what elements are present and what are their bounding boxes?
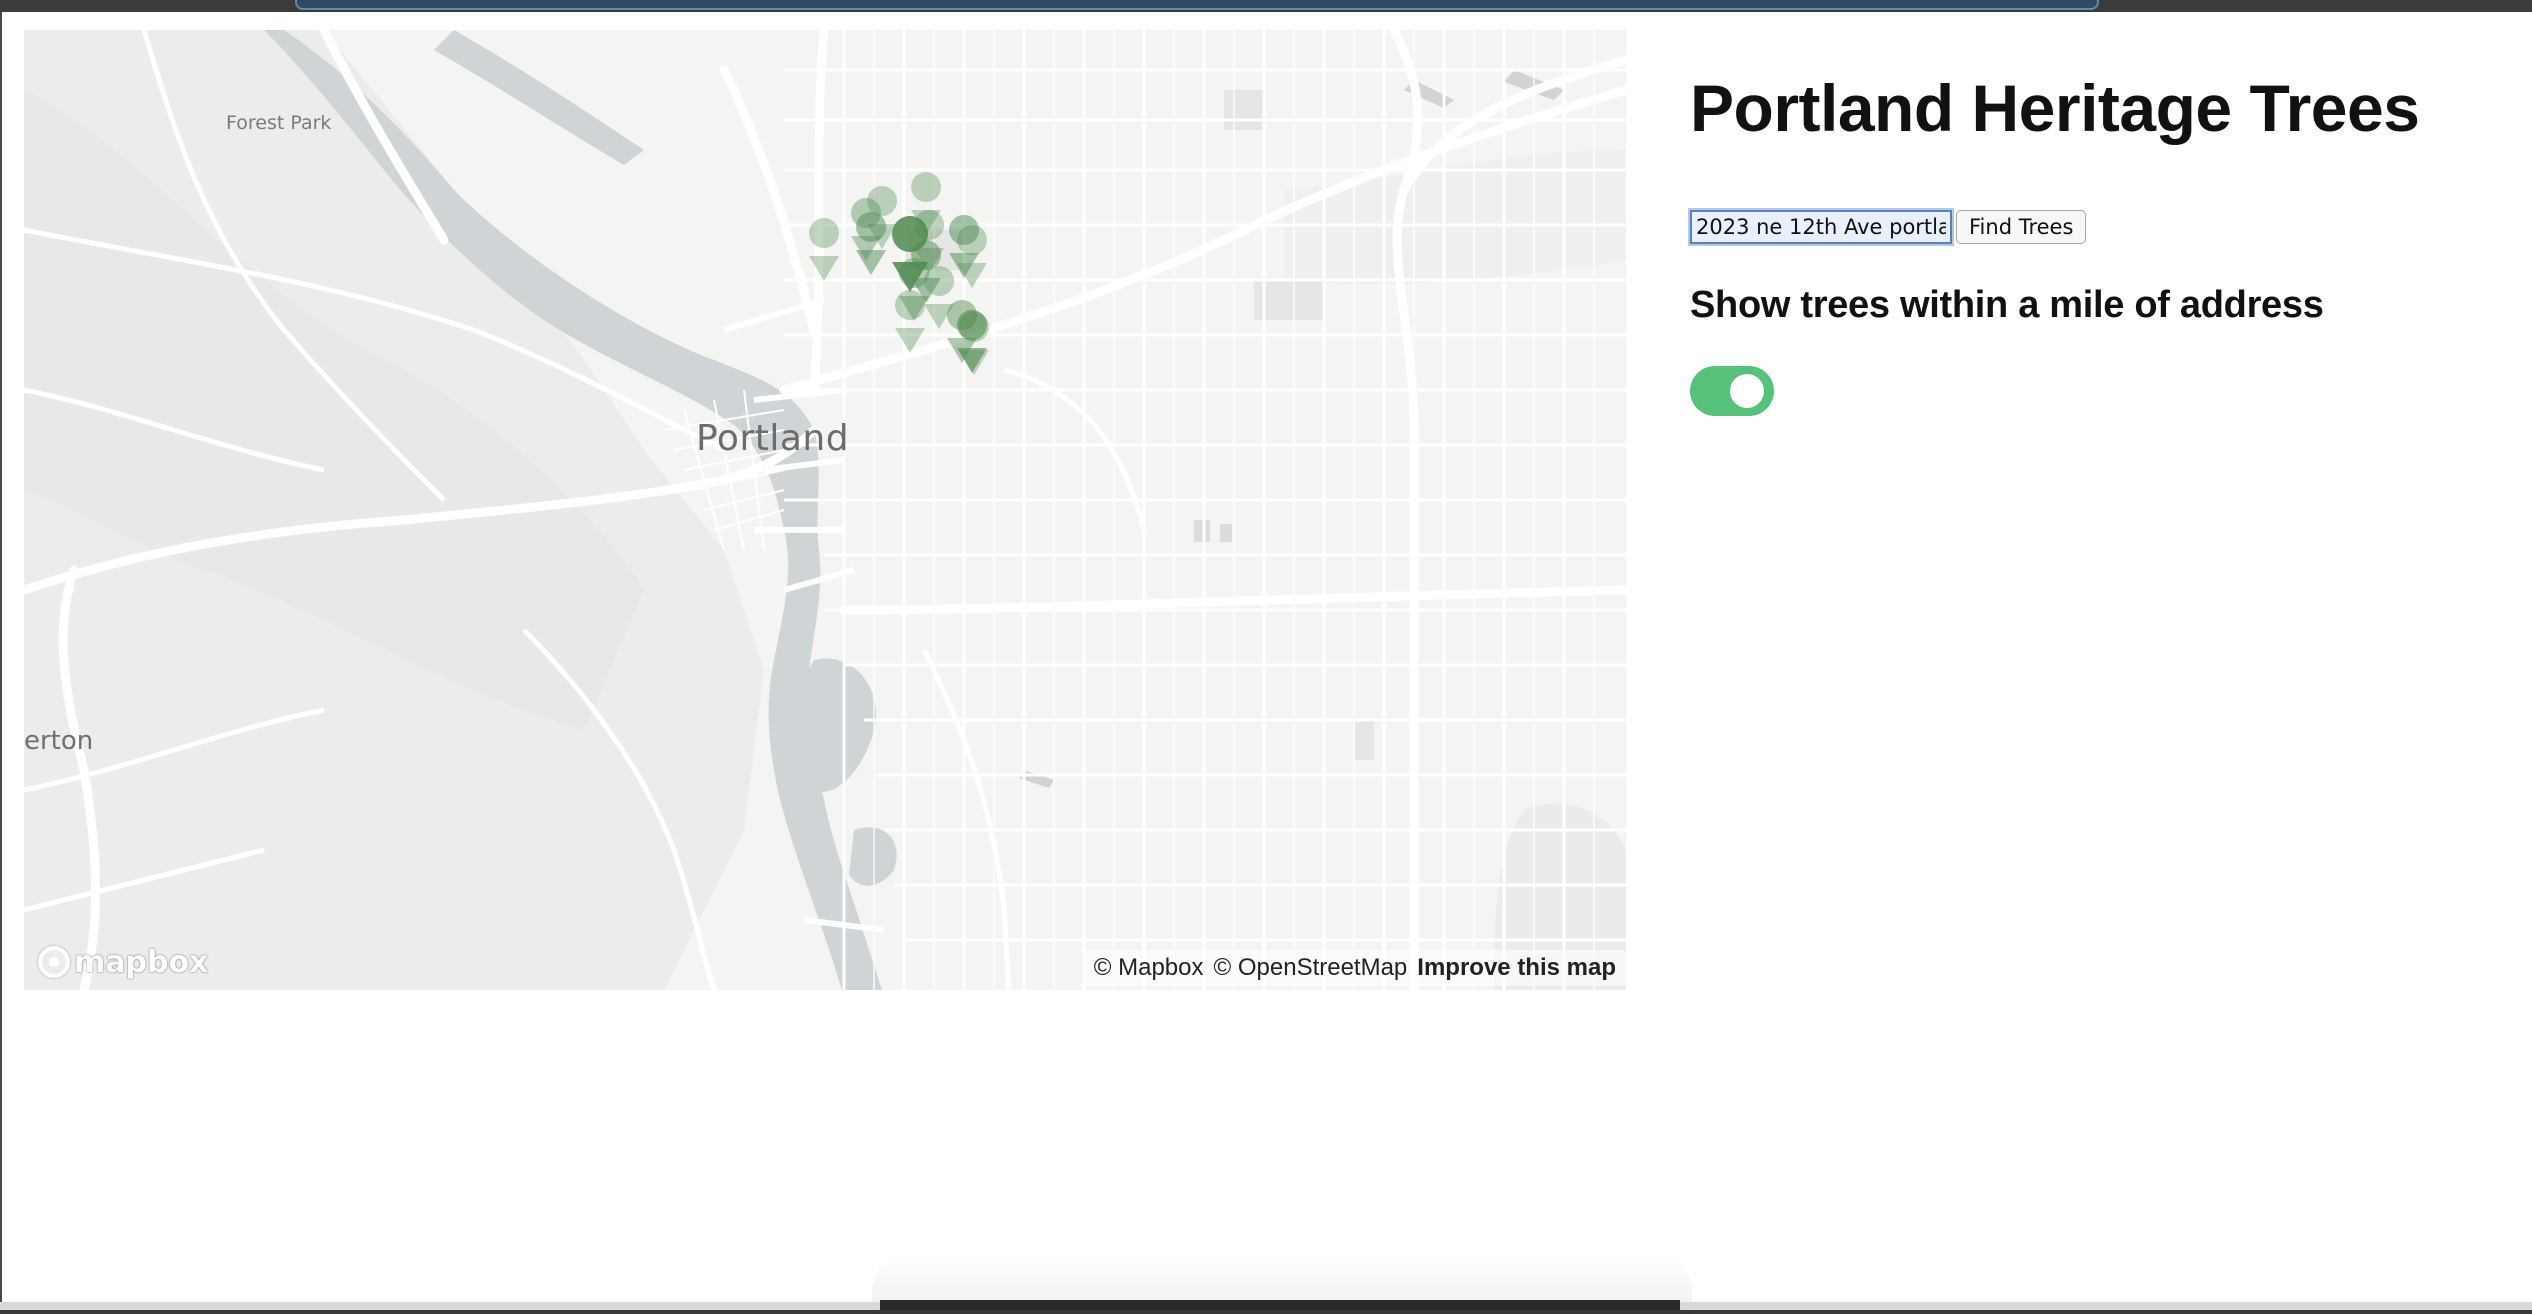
map-attribution: © Mapbox © OpenStreetMap Improve this ma… xyxy=(1083,950,1626,986)
page-title: Portland Heritage Trees xyxy=(1690,71,2420,145)
dock-bar xyxy=(880,1300,1680,1310)
toggle-knob xyxy=(1730,374,1764,408)
filter-label: Show trees within a mile of address xyxy=(1690,284,2324,326)
find-trees-button[interactable]: Find Trees xyxy=(1956,210,2087,244)
attribution-mapbox-link[interactable]: © Mapbox xyxy=(1094,954,1204,982)
browser-chrome xyxy=(0,0,2532,12)
address-input[interactable] xyxy=(1688,208,1954,246)
map-label-partial: erton xyxy=(24,726,94,756)
tree-markers xyxy=(809,172,990,375)
map-label-city: Portland xyxy=(696,418,850,459)
search-form: Find Trees xyxy=(1688,208,2087,246)
mapbox-logo-icon xyxy=(38,946,70,978)
map-canvas xyxy=(24,30,1626,990)
page: Forest Park Portland erton mapbox © Mapb… xyxy=(0,12,2532,1314)
mapbox-logo[interactable]: mapbox xyxy=(38,942,208,982)
mile-radius-toggle[interactable] xyxy=(1690,366,1774,416)
side-panel: Portland Heritage Trees Find Trees Show … xyxy=(1688,71,2490,416)
improve-map-link[interactable]: Improve this map xyxy=(1417,954,1616,982)
attribution-osm-link[interactable]: © OpenStreetMap xyxy=(1214,954,1408,982)
address-bar[interactable] xyxy=(295,0,2099,10)
map[interactable]: Forest Park Portland erton mapbox © Mapb… xyxy=(24,30,1626,990)
map-label-park: Forest Park xyxy=(226,112,332,134)
mapbox-logo-text: mapbox xyxy=(74,944,209,980)
